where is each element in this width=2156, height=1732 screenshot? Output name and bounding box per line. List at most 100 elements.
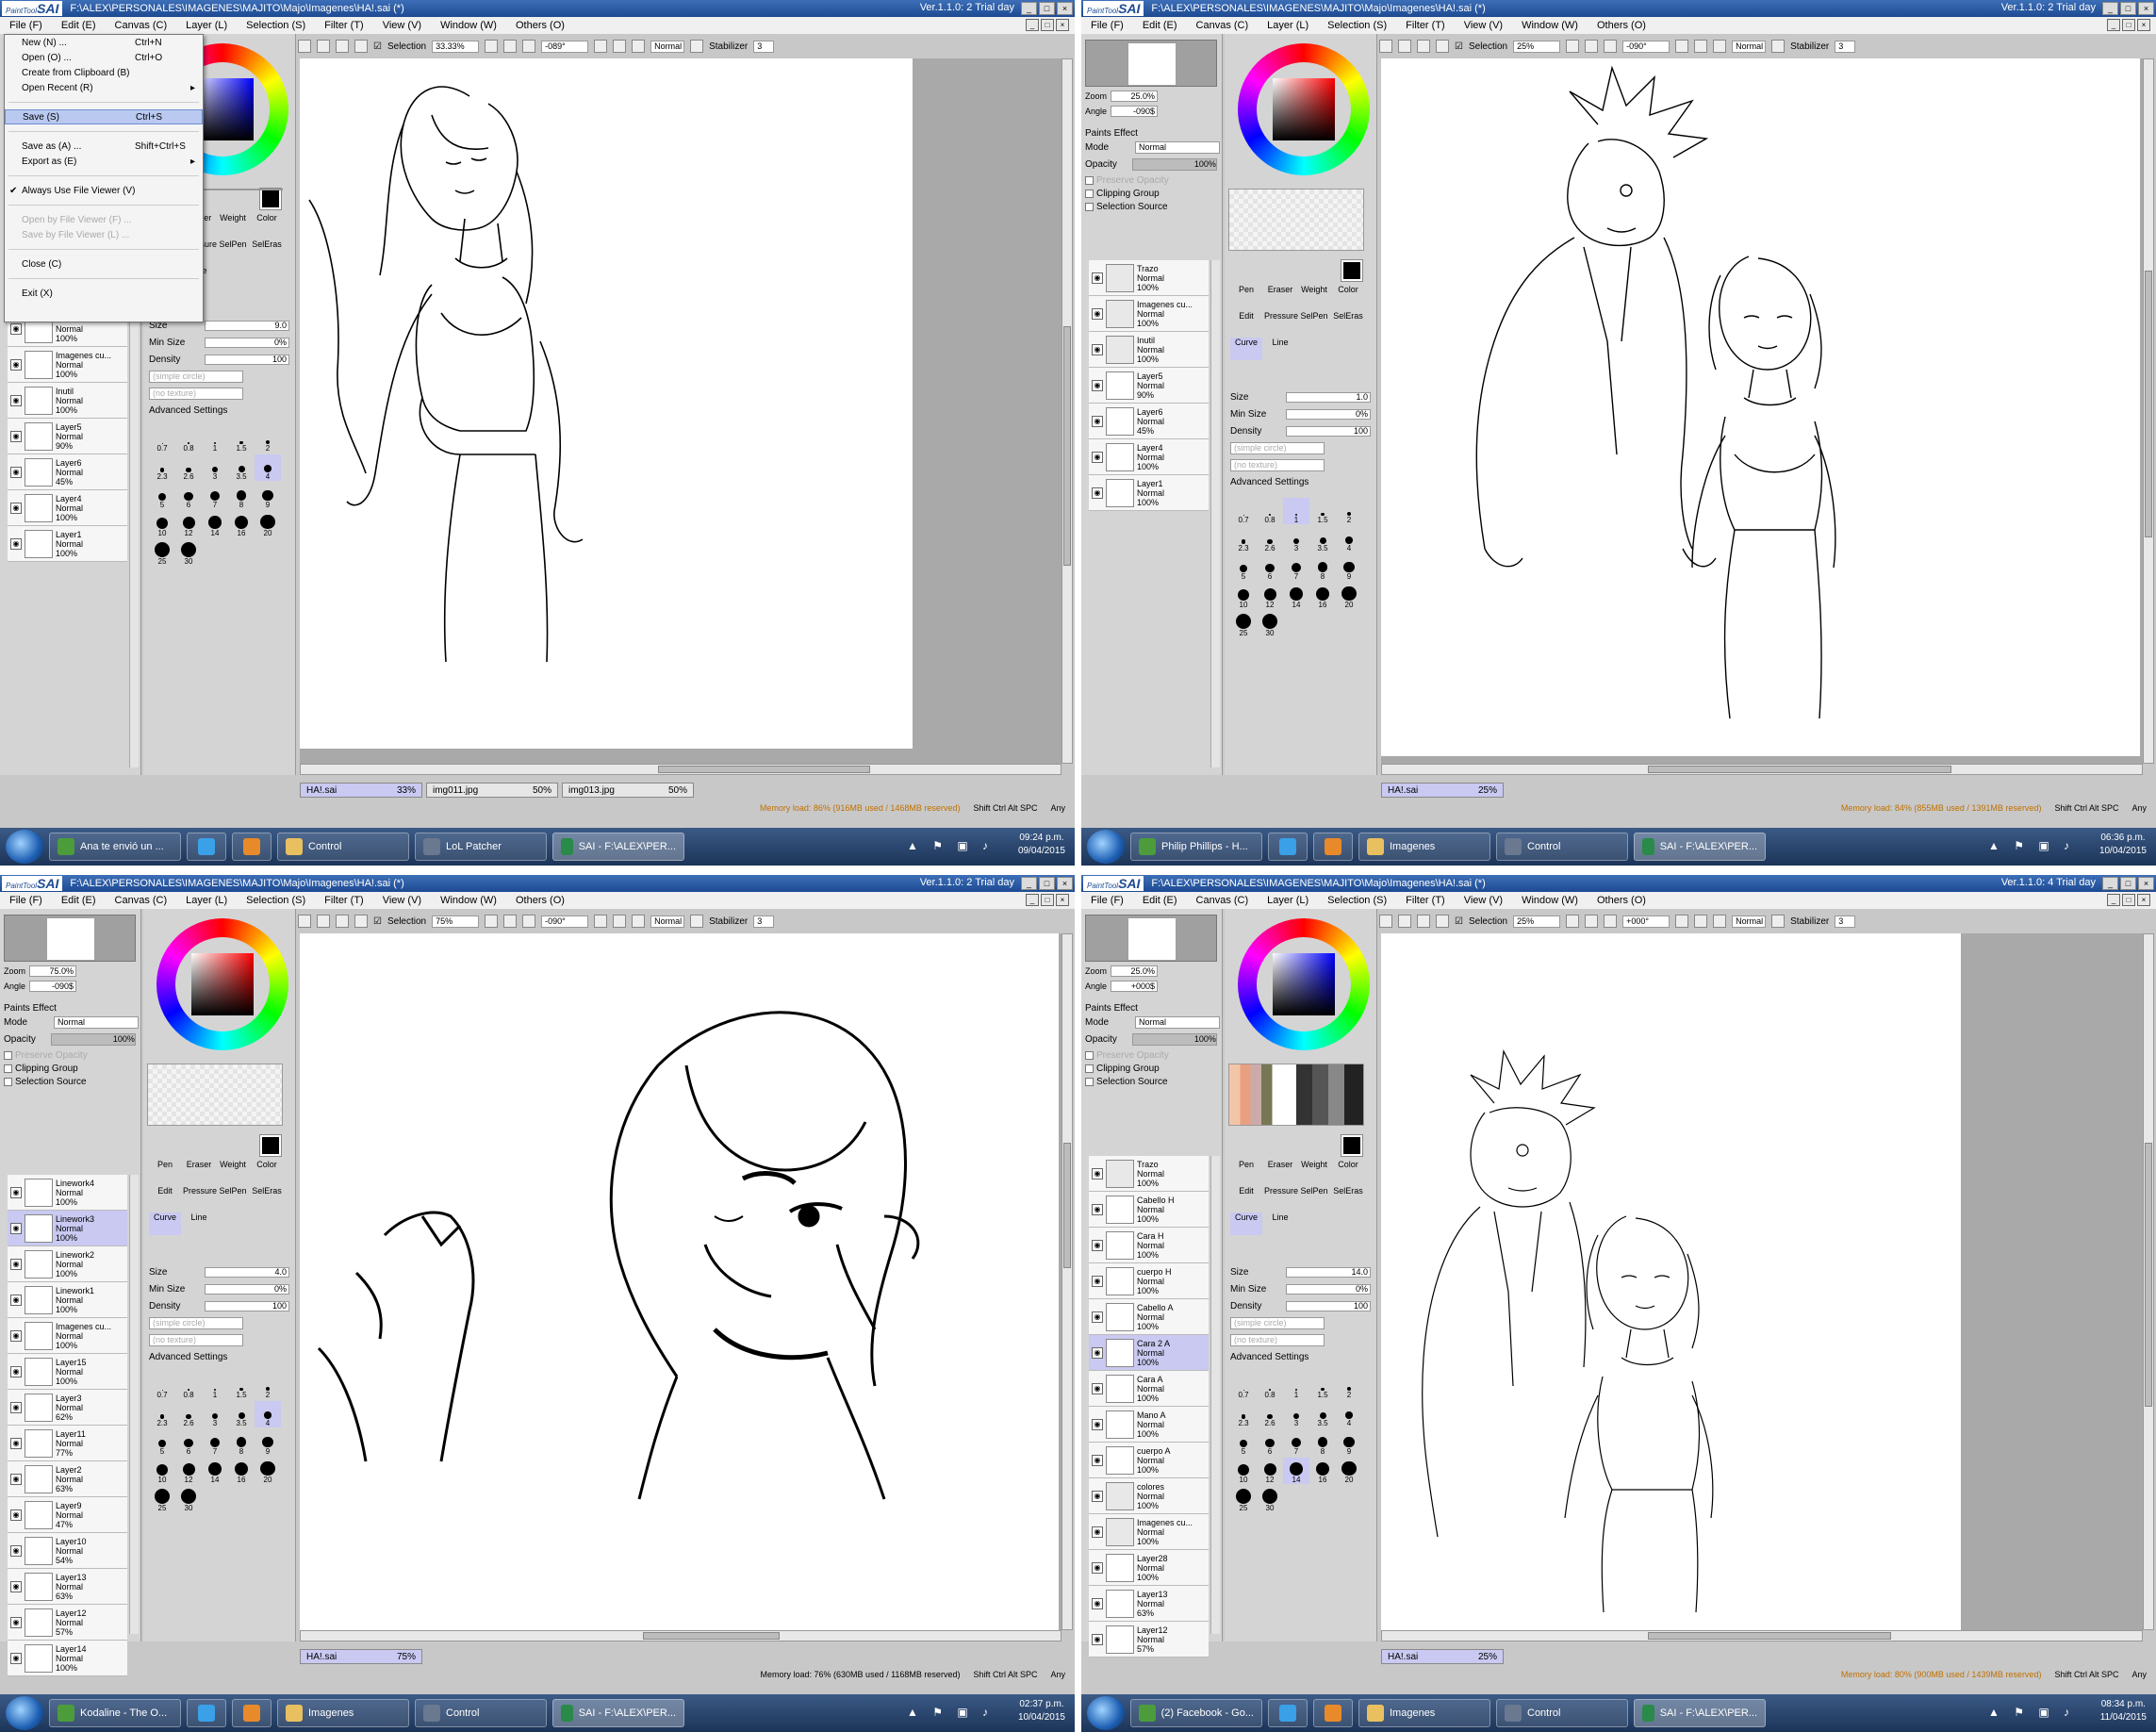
brush-size-3.5[interactable]: 3.5: [1309, 1401, 1336, 1427]
brush-size-16[interactable]: 16: [1309, 1458, 1336, 1484]
tool-edit[interactable]: Edit: [149, 1186, 181, 1209]
simple-circle-select[interactable]: (simple circle): [149, 370, 243, 383]
brush-size-2.6[interactable]: 2.6: [1257, 1401, 1283, 1427]
zoom-button[interactable]: [1604, 915, 1618, 928]
tool-curve[interactable]: Curve: [149, 1212, 181, 1235]
simple-circle-select[interactable]: (simple circle): [149, 1316, 243, 1329]
brush-size-30[interactable]: 30: [175, 539, 202, 566]
brush-size-3[interactable]: 3: [202, 1401, 228, 1427]
rotate-button[interactable]: [613, 40, 627, 53]
toolbar-button[interactable]: [1379, 40, 1392, 53]
brush-size-0.7[interactable]: 0.7: [1230, 1373, 1257, 1399]
selection-checkbox[interactable]: ☑: [1455, 916, 1463, 927]
brush-size-10[interactable]: 10: [1230, 1458, 1257, 1484]
brush-size-2[interactable]: 2: [255, 426, 281, 453]
doc-close-button[interactable]: ×: [1056, 19, 1069, 31]
brush-size-1[interactable]: 1: [202, 426, 228, 453]
menu-others[interactable]: Others (O): [516, 20, 565, 31]
media-player-icon[interactable]: [232, 1699, 272, 1727]
visibility-eye-icon[interactable]: ◉: [1092, 1597, 1103, 1609]
scratchpad[interactable]: [1228, 189, 1364, 251]
doc-restore-button[interactable]: □: [2122, 894, 2135, 906]
layer-row[interactable]: ◉ Layer5 Normal 90%: [8, 419, 127, 454]
rotate-button[interactable]: [594, 40, 608, 53]
close-button[interactable]: ×: [2138, 877, 2154, 890]
file-menu-item[interactable]: Open (O) ... Ctrl+O: [5, 50, 203, 65]
vertical-scroll-thumb[interactable]: [2145, 270, 2152, 538]
doc-close-button[interactable]: ×: [1056, 894, 1069, 906]
menu-window[interactable]: Window (W): [1522, 20, 1578, 31]
menu-selection[interactable]: Selection (S): [1327, 20, 1387, 31]
stabilizer-select[interactable]: 3: [1835, 915, 1856, 928]
density-slider[interactable]: 100: [1286, 1300, 1371, 1311]
taskbar-app[interactable]: SAI - F:\ALEX\PER...: [1634, 833, 1766, 861]
brush-size-4[interactable]: 4: [1336, 526, 1362, 553]
menu-edit[interactable]: Edit (E): [1143, 20, 1177, 31]
menu-file[interactable]: File (F): [9, 20, 42, 31]
paints-effect-header[interactable]: Paints Effect: [1085, 1003, 1138, 1014]
layer-row[interactable]: ◉ Layer4 Normal 100%: [1089, 439, 1209, 475]
tool-weight[interactable]: Weight: [217, 1160, 249, 1182]
taskbar-app[interactable]: SAI - F:\ALEX\PER...: [552, 1699, 684, 1727]
canvas-area[interactable]: [1381, 58, 2143, 764]
tool-edit[interactable]: Edit: [1230, 1186, 1262, 1209]
tool-pen[interactable]: Pen: [149, 1160, 181, 1182]
clock[interactable]: 08:34 p.m. 11/04/2015: [2100, 1698, 2147, 1724]
zoom-button[interactable]: [1566, 40, 1580, 53]
vertical-scroll-thumb[interactable]: [1063, 1143, 1071, 1268]
tool-seleras[interactable]: SelEras: [251, 239, 283, 262]
visibility-eye-icon[interactable]: ◉: [1092, 1167, 1103, 1179]
brush-size-9[interactable]: 9: [255, 483, 281, 509]
tool-line[interactable]: Line: [1264, 1212, 1296, 1235]
canvas-area[interactable]: [1381, 933, 2143, 1630]
media-player-icon[interactable]: [1313, 1699, 1353, 1727]
brush-size-30[interactable]: 30: [1257, 611, 1283, 637]
selection-source-checkbox[interactable]: Selection Source: [1085, 202, 1168, 212]
brush-size-12[interactable]: 12: [175, 511, 202, 537]
brush-size-5[interactable]: 5: [149, 1429, 175, 1456]
document-tab[interactable]: img013.jpg 50%: [562, 783, 694, 798]
brush-size-1[interactable]: 1: [202, 1373, 228, 1399]
color-wheel[interactable]: [1238, 918, 1370, 1050]
no-texture-select[interactable]: (no texture): [149, 1333, 243, 1346]
brush-size-2[interactable]: 2: [1336, 1373, 1362, 1399]
blend-mode-select[interactable]: Normal: [650, 40, 685, 53]
layer-row[interactable]: ◉ Cabello H Normal 100%: [1089, 1192, 1209, 1228]
navigator[interactable]: [1085, 915, 1217, 962]
selection-source-checkbox[interactable]: Selection Source: [1085, 1077, 1168, 1087]
rotate-button[interactable]: [1713, 40, 1727, 53]
brush-size-12[interactable]: 12: [1257, 1458, 1283, 1484]
brush-size-7[interactable]: 7: [1283, 554, 1309, 581]
brush-size-3.5[interactable]: 3.5: [1309, 526, 1336, 553]
visibility-eye-icon[interactable]: ◉: [10, 358, 22, 371]
file-menu-item[interactable]: New (N) ... Ctrl+N: [5, 35, 203, 50]
size-slider[interactable]: 14.0: [1286, 1266, 1371, 1278]
minimize-button[interactable]: _: [2102, 877, 2118, 890]
brush-size-16[interactable]: 16: [228, 1458, 255, 1484]
menu-edit[interactable]: Edit (E): [61, 895, 96, 906]
toolbar-button[interactable]: [317, 40, 330, 53]
doc-restore-button[interactable]: □: [2122, 19, 2135, 31]
taskbar-app[interactable]: Imagenes: [1358, 833, 1490, 861]
brush-size-2.3[interactable]: 2.3: [149, 454, 175, 481]
file-menu-item[interactable]: Close (C): [5, 256, 203, 272]
flip-button[interactable]: [1771, 40, 1786, 53]
visibility-eye-icon[interactable]: ◉: [10, 1509, 22, 1521]
brush-size-20[interactable]: 20: [1336, 1458, 1362, 1484]
vertical-scrollbar[interactable]: [2143, 58, 2154, 764]
visibility-eye-icon[interactable]: ◉: [1092, 1311, 1103, 1323]
brush-size-20[interactable]: 20: [1336, 583, 1362, 609]
mode-select[interactable]: Normal: [1135, 141, 1221, 154]
system-tray-icons[interactable]: ▲ ⚑ ▣ ♪: [907, 1706, 994, 1719]
brush-size-0.8[interactable]: 0.8: [175, 426, 202, 453]
color-preview[interactable]: [1341, 259, 1363, 282]
color-preview[interactable]: [1341, 1134, 1363, 1157]
paints-effect-header[interactable]: Paints Effect: [4, 1003, 57, 1014]
brush-size-0.7[interactable]: 0.7: [149, 426, 175, 453]
brush-size-0.8[interactable]: 0.8: [1257, 498, 1283, 524]
toolbar-button[interactable]: [298, 40, 311, 53]
vertical-scroll-thumb[interactable]: [1063, 326, 1071, 567]
blend-mode-select[interactable]: Normal: [650, 915, 685, 928]
layer-row[interactable]: ◉ Linework3Normal100%: [8, 1211, 127, 1246]
layer-scrollbar[interactable]: [129, 1175, 139, 1634]
